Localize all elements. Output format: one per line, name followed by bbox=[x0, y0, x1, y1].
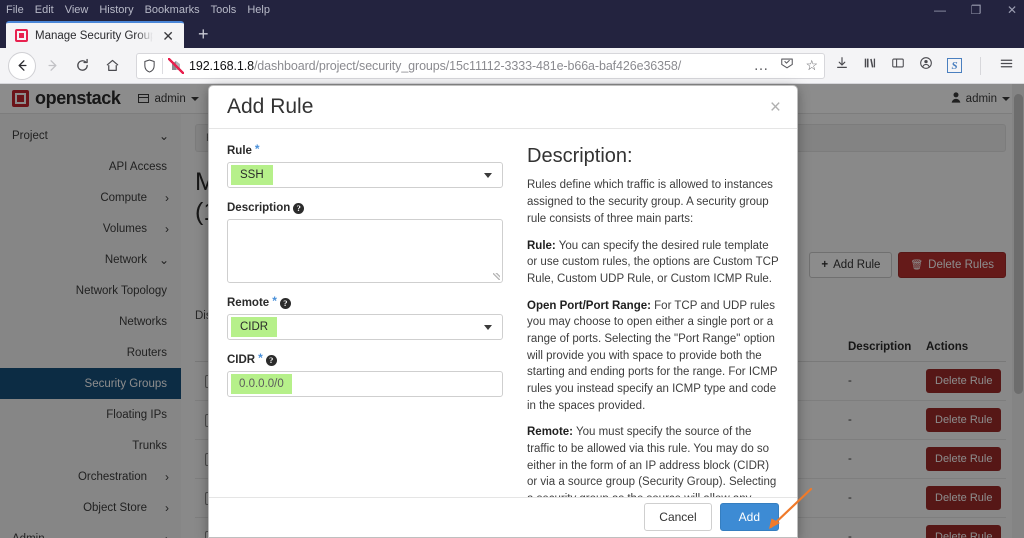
tab-title: Manage Security Group Rules: d bbox=[35, 29, 154, 42]
remote-select-value: CIDR bbox=[231, 317, 278, 338]
download-icon[interactable] bbox=[835, 56, 849, 75]
modal-header: Add Rule × bbox=[209, 86, 797, 130]
modal-footer: Cancel Add bbox=[209, 496, 797, 537]
description-port: Open Port/Port Range: For TCP and UDP ru… bbox=[527, 298, 779, 415]
description-port-term: Open Port/Port Range: bbox=[527, 299, 651, 312]
tracking-protection-icon[interactable] bbox=[168, 57, 184, 74]
menu-tools[interactable]: Tools bbox=[211, 4, 237, 16]
description-port-text: For TCP and UDP rules you may choose to … bbox=[527, 299, 778, 412]
add-button[interactable]: Add bbox=[719, 503, 779, 532]
rule-select-value: SSH bbox=[231, 165, 273, 186]
new-tab-button[interactable]: + bbox=[198, 25, 209, 43]
url-host: 192.168.1.8 bbox=[189, 58, 254, 73]
add-rule-modal: Add Rule × Rule * SSH Description ? Remo… bbox=[208, 85, 798, 538]
shield-icon[interactable] bbox=[143, 58, 156, 73]
description-field-group: Description ? bbox=[227, 202, 503, 284]
rule-label-row: Rule * bbox=[227, 142, 503, 158]
remote-label-row: Remote * ? bbox=[227, 294, 503, 310]
description-remote: Remote: You must specify the source of t… bbox=[527, 424, 779, 497]
menu-view[interactable]: View bbox=[65, 4, 89, 16]
sidebar-icon[interactable] bbox=[891, 56, 905, 75]
description-panel: Description: Rules define which traffic … bbox=[527, 145, 779, 497]
bookmark-star-icon[interactable]: ☆ bbox=[805, 57, 818, 74]
url-text: 192.168.1.8/dashboard/project/security_g… bbox=[189, 59, 747, 73]
minimize-icon[interactable]: — bbox=[934, 4, 946, 16]
rule-select[interactable]: SSH bbox=[227, 162, 503, 189]
cancel-button[interactable]: Cancel bbox=[644, 503, 712, 532]
help-icon[interactable]: ? bbox=[265, 354, 277, 366]
modal-title: Add Rule bbox=[227, 95, 314, 119]
close-icon[interactable]: × bbox=[770, 98, 781, 117]
cidr-label: CIDR bbox=[227, 354, 256, 367]
url-path: /dashboard/project/security_groups/15c11… bbox=[253, 58, 682, 73]
reload-icon[interactable] bbox=[68, 52, 96, 80]
account-icon[interactable] bbox=[919, 56, 933, 75]
help-icon[interactable]: ? bbox=[293, 202, 305, 214]
description-remote-term: Remote: bbox=[527, 426, 574, 439]
menu-bar: File Edit View History Bookmarks Tools H… bbox=[4, 4, 270, 16]
rule-form: Rule * SSH Description ? Remote * ? CIDR… bbox=[227, 142, 503, 497]
menu-history[interactable]: History bbox=[99, 4, 133, 16]
browser-toolbar-icons: S bbox=[835, 56, 1016, 76]
required-marker: * bbox=[254, 142, 260, 157]
description-label: Description bbox=[227, 202, 291, 215]
menu-bookmarks[interactable]: Bookmarks bbox=[145, 4, 200, 16]
maximize-icon[interactable]: ❐ bbox=[970, 4, 982, 16]
url-actions: … ☆ bbox=[753, 56, 818, 75]
remote-select[interactable]: CIDR bbox=[227, 314, 503, 341]
required-marker: * bbox=[272, 294, 277, 309]
back-icon[interactable] bbox=[8, 51, 36, 80]
forward-icon[interactable] bbox=[38, 52, 66, 80]
tab-strip: Manage Security Group Rules: d ✕ + bbox=[0, 19, 1024, 48]
home-icon[interactable] bbox=[98, 52, 126, 80]
url-divider bbox=[162, 57, 163, 74]
library-icon[interactable] bbox=[863, 56, 877, 75]
toolbar-divider bbox=[980, 56, 981, 75]
navigation-toolbar: 192.168.1.8/dashboard/project/security_g… bbox=[0, 48, 1024, 84]
menu-file[interactable]: File bbox=[6, 4, 24, 16]
help-icon[interactable]: ? bbox=[279, 297, 291, 309]
close-icon[interactable]: ✕ bbox=[160, 29, 176, 43]
close-window-icon[interactable]: ✕ bbox=[1006, 4, 1018, 16]
rule-field-group: Rule * SSH bbox=[227, 142, 503, 189]
window-controls: — ❐ ✕ bbox=[934, 0, 1018, 19]
required-marker: * bbox=[258, 351, 263, 366]
description-rule-text: You can specify the desired rule templat… bbox=[527, 239, 779, 285]
url-bar[interactable]: 192.168.1.8/dashboard/project/security_g… bbox=[136, 52, 825, 79]
remote-field-group: Remote * ? CIDR bbox=[227, 294, 503, 341]
menu-help[interactable]: Help bbox=[247, 4, 270, 16]
extension-s-icon[interactable]: S bbox=[947, 58, 962, 73]
description-rule-term: Rule: bbox=[527, 239, 556, 252]
chevron-down-icon bbox=[484, 172, 492, 178]
cidr-field-group: CIDR * ? 0.0.0.0/0 bbox=[227, 351, 503, 398]
rule-label: Rule bbox=[227, 145, 252, 158]
description-rule: Rule: You can specify the desired rule t… bbox=[527, 238, 779, 288]
description-label-row: Description ? bbox=[227, 202, 503, 214]
cidr-label-row: CIDR * ? bbox=[227, 351, 503, 367]
menu-edit[interactable]: Edit bbox=[35, 4, 54, 16]
reader-mode-icon[interactable] bbox=[780, 56, 794, 75]
remote-label: Remote bbox=[227, 297, 270, 310]
chevron-down-icon bbox=[484, 324, 492, 330]
description-intro: Rules define which traffic is allowed to… bbox=[527, 179, 773, 225]
browser-tab[interactable]: Manage Security Group Rules: d ✕ bbox=[6, 21, 184, 48]
cidr-input-value: 0.0.0.0/0 bbox=[231, 374, 292, 395]
browser-window: File Edit View History Bookmarks Tools H… bbox=[0, 0, 1024, 538]
modal-body: Rule * SSH Description ? Remote * ? CIDR… bbox=[209, 129, 797, 497]
description-panel-heading: Description: bbox=[527, 145, 633, 168]
page-actions-icon[interactable]: … bbox=[753, 58, 769, 73]
openstack-favicon bbox=[15, 29, 28, 42]
description-textarea[interactable] bbox=[227, 219, 503, 284]
title-bar: File Edit View History Bookmarks Tools H… bbox=[0, 0, 1024, 19]
cidr-input[interactable]: 0.0.0.0/0 bbox=[227, 371, 503, 398]
menu-icon[interactable] bbox=[999, 56, 1014, 76]
